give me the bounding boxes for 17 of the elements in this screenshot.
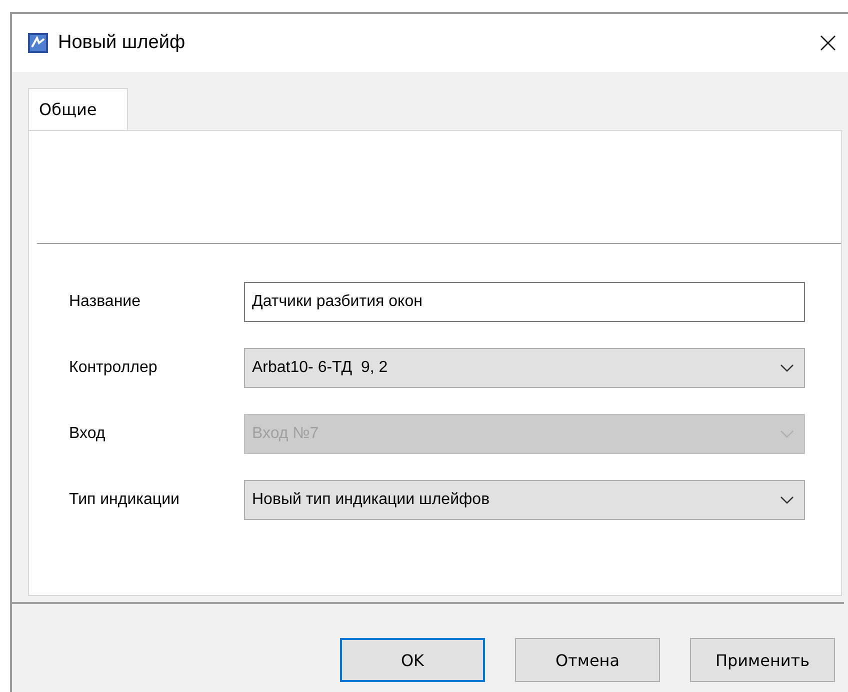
caret-icon: [780, 496, 794, 504]
field-label: Контроллер: [69, 359, 158, 377]
field-label: Вход: [69, 425, 106, 443]
tab[interactable]: Общие: [28, 88, 128, 130]
dropdown[interactable]: Arbat10- 6-ТД 9, 2: [244, 348, 805, 388]
dialog-button[interactable]: Применить: [690, 638, 835, 682]
close-icon[interactable]: [820, 35, 836, 51]
app-icon: [28, 33, 48, 53]
dropdown[interactable]: Новый тип индикации шлейфов: [244, 480, 805, 520]
text-field[interactable]: Датчики разбития окон: [244, 282, 805, 322]
window-title: Новый шлейф: [58, 32, 186, 54]
dialog-button[interactable]: OK: [340, 638, 485, 682]
caret-icon: [780, 364, 794, 372]
field-label: Тип индикации: [69, 491, 180, 509]
field-label: Название: [69, 293, 142, 311]
caret-icon: [780, 430, 794, 438]
dialog-button[interactable]: Отмена: [515, 638, 660, 682]
